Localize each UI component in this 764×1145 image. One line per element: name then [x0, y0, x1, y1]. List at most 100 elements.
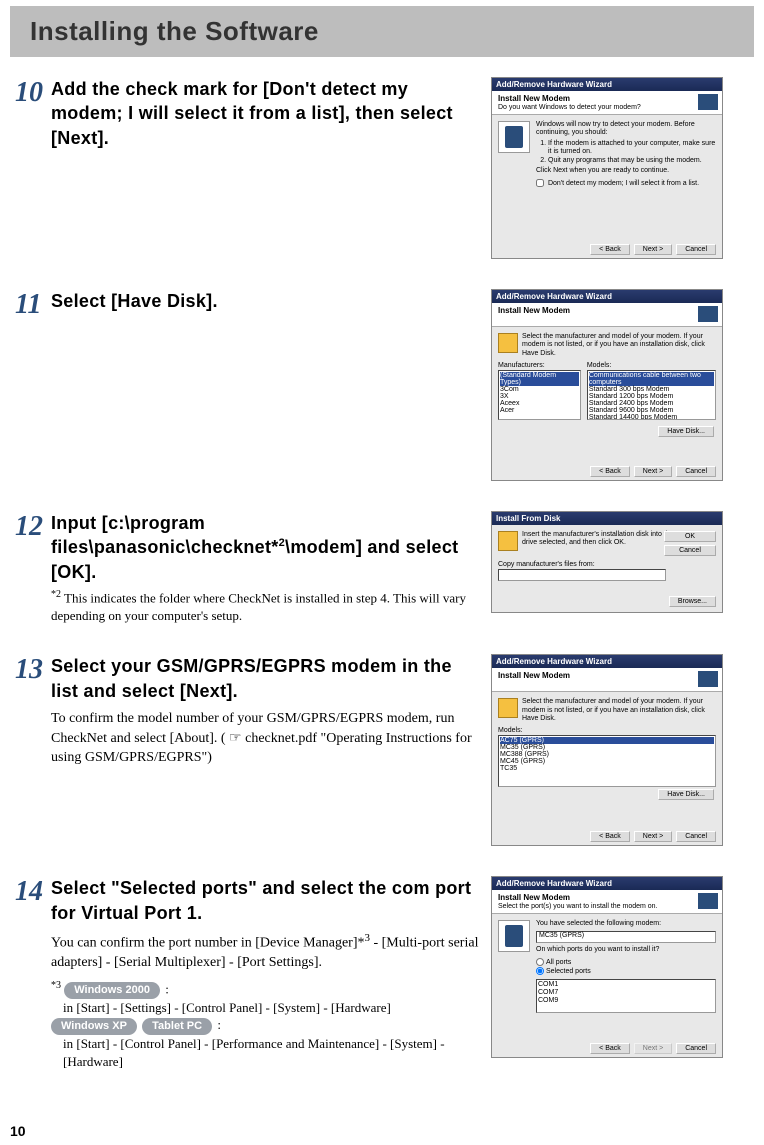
step-note: *2 This indicates the folder where Check…: [51, 588, 481, 624]
screenshot-step-13: Add/Remove Hardware Wizard Install New M…: [491, 654, 723, 846]
list-item[interactable]: TC35: [500, 765, 714, 772]
com-port-list[interactable]: COM1 COM7 COM9: [536, 979, 716, 1013]
list-item[interactable]: 3Com: [500, 386, 579, 393]
cancel-button[interactable]: Cancel: [676, 466, 716, 477]
list-item[interactable]: COM9: [538, 997, 714, 1005]
dialog-subtext: Do you want Windows to detect your modem…: [492, 104, 722, 115]
path-input[interactable]: [498, 569, 666, 581]
models-label: Models:: [587, 362, 716, 369]
back-button[interactable]: < Back: [590, 831, 630, 842]
step-13: 13 Select your GSM/GPRS/EGPRS modem in t…: [15, 654, 749, 846]
ok-button[interactable]: OK: [664, 531, 716, 542]
list-item[interactable]: 3X: [500, 393, 579, 400]
dialog-heading: Install New Modem: [492, 91, 722, 104]
cancel-button[interactable]: Cancel: [676, 831, 716, 842]
manufacturers-list[interactable]: (Standard Modem Types) 3Com 3X Aceex Ace…: [498, 370, 581, 420]
back-button[interactable]: < Back: [590, 1043, 630, 1054]
modem-icon: [698, 671, 718, 687]
detect-step-2: Quit any programs that may be using the …: [548, 157, 716, 165]
modem-icon: [698, 893, 718, 909]
click-next-text: Click Next when you are ready to continu…: [536, 167, 716, 175]
list-item[interactable]: (Standard Modem Types): [500, 372, 579, 386]
list-item[interactable]: MC35 (GPRS): [500, 744, 714, 751]
dialog-subtext: Select the port(s) you want to install t…: [492, 903, 722, 914]
list-item[interactable]: Standard 1200 bps Modem: [589, 393, 714, 400]
next-button[interactable]: Next >: [634, 244, 672, 255]
list-item[interactable]: Standard 300 bps Modem: [589, 386, 714, 393]
step-number: 11: [15, 289, 51, 481]
step-10: 10 Add the check mark for [Don't detect …: [15, 77, 749, 259]
dialog-titlebar: Add/Remove Hardware Wizard: [492, 290, 722, 303]
models-list[interactable]: Communications cable between two compute…: [587, 370, 716, 420]
os-pill-windows-2000: Windows 2000: [64, 982, 160, 999]
list-item[interactable]: Standard 14400 bps Modem: [589, 414, 714, 420]
disk-icon: [498, 531, 518, 551]
dialog-heading: Install New Modem: [492, 668, 722, 681]
step-heading: Input [c:\program files\panasonic\checkn…: [51, 511, 481, 584]
phone-icon: [498, 121, 530, 153]
step-body: To confirm the model number of your GSM/…: [51, 709, 481, 768]
os-pill-tablet-pc: Tablet PC: [142, 1018, 212, 1035]
disk-icon: [498, 333, 518, 353]
back-button[interactable]: < Back: [590, 244, 630, 255]
manufacturers-label: Manufacturers:: [498, 362, 581, 369]
cancel-button[interactable]: Cancel: [676, 1043, 716, 1054]
list-item[interactable]: MC388 (GPRS): [500, 751, 714, 758]
next-button[interactable]: Next >: [634, 466, 672, 477]
list-item[interactable]: AC75 (GPRS): [500, 737, 714, 744]
dialog-subtext: [492, 681, 722, 692]
step-14: 14 Select "Selected ports" and select th…: [15, 876, 749, 1070]
select-mfg-text: Select the manufacturer and model of you…: [522, 698, 716, 723]
dialog-titlebar: Add/Remove Hardware Wizard: [492, 78, 722, 91]
selected-modem-field: MC35 (GPRS): [536, 931, 716, 943]
step-12: 12 Input [c:\program files\panasonic\che…: [15, 511, 749, 624]
models-label: Models:: [498, 727, 716, 734]
browse-button[interactable]: Browse...: [669, 596, 716, 607]
modem-list[interactable]: AC75 (GPRS) MC35 (GPRS) MC388 (GPRS) MC4…: [498, 735, 716, 787]
cancel-button[interactable]: Cancel: [676, 244, 716, 255]
have-disk-button[interactable]: Have Disk...: [658, 789, 714, 800]
dialog-heading: Install New Modem: [492, 890, 722, 903]
list-item[interactable]: COM7: [538, 989, 714, 997]
dialog-titlebar: Add/Remove Hardware Wizard: [492, 655, 722, 668]
detect-step-1: If the modem is attached to your compute…: [548, 140, 716, 157]
step-number: 12: [15, 511, 51, 624]
screenshot-step-14: Add/Remove Hardware Wizard Install New M…: [491, 876, 723, 1058]
dialog-heading: Install New Modem: [492, 303, 722, 316]
which-ports-label: On which ports do you want to install it…: [536, 946, 716, 954]
list-item[interactable]: Acer: [500, 407, 579, 414]
selected-ports-radio[interactable]: [536, 967, 544, 975]
cancel-button[interactable]: Cancel: [664, 545, 716, 556]
next-button[interactable]: Next >: [634, 831, 672, 842]
step-number: 10: [15, 77, 51, 259]
dialog-titlebar: Add/Remove Hardware Wizard: [492, 877, 722, 890]
step-number: 14: [15, 876, 51, 1070]
list-item[interactable]: Communications cable between two compute…: [589, 372, 714, 386]
select-mfg-text: Select the manufacturer and model of you…: [522, 333, 716, 358]
list-item[interactable]: Aceex: [500, 400, 579, 407]
dont-detect-checkbox[interactable]: [536, 179, 544, 187]
page-title: Installing the Software: [10, 6, 754, 57]
list-item[interactable]: Standard 9600 bps Modem: [589, 407, 714, 414]
step-heading: Select [Have Disk].: [51, 289, 481, 313]
phone-icon: [498, 920, 530, 952]
back-button[interactable]: < Back: [590, 466, 630, 477]
have-disk-button[interactable]: Have Disk...: [658, 426, 714, 437]
step-heading: Add the check mark for [Don't detect my …: [51, 77, 481, 150]
step-note: *3 Windows 2000 : in [Start] - [Settings…: [51, 979, 481, 1071]
all-ports-label: All ports: [546, 959, 571, 966]
dialog-titlebar: Install From Disk: [492, 512, 722, 525]
copy-from-label: Copy manufacturer's files from:: [498, 561, 666, 568]
list-item[interactable]: COM1: [538, 981, 714, 989]
all-ports-radio[interactable]: [536, 958, 544, 966]
step-body: You can confirm the port number in [Devi…: [51, 931, 481, 973]
step-11: 11 Select [Have Disk]. Add/Remove Hardwa…: [15, 289, 749, 481]
dialog-subtext: [492, 316, 722, 327]
dont-detect-label: Don't detect my modem; I will select it …: [548, 180, 699, 187]
list-item[interactable]: Standard 2400 bps Modem: [589, 400, 714, 407]
step-heading: Select "Selected ports" and select the c…: [51, 876, 481, 925]
screenshot-step-12: Install From Disk Insert the manufacture…: [491, 511, 723, 613]
os-pill-windows-xp: Windows XP: [51, 1018, 137, 1035]
next-button[interactable]: Next >: [634, 1043, 672, 1054]
list-item[interactable]: MC45 (GPRS): [500, 758, 714, 765]
